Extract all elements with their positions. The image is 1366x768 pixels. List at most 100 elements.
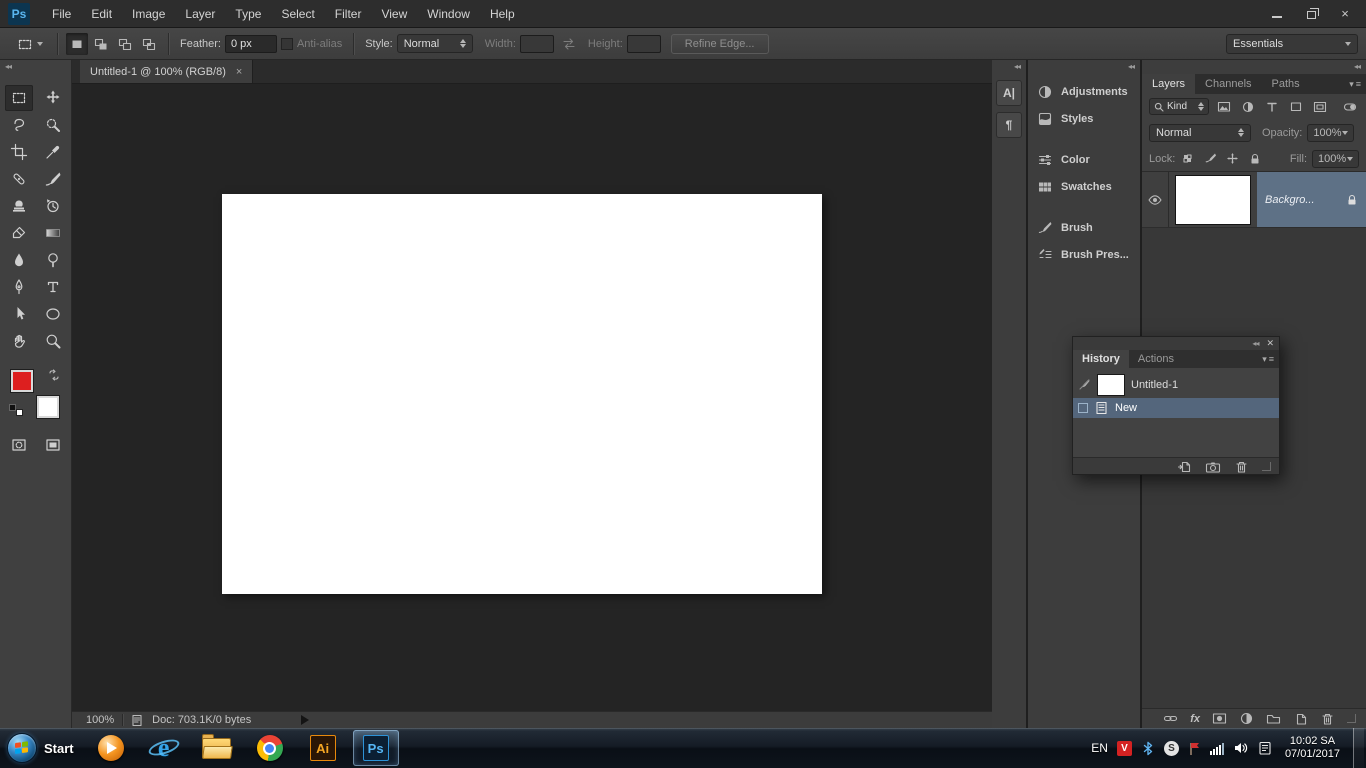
- pen-tool[interactable]: [5, 274, 33, 300]
- blur-tool[interactable]: [5, 247, 33, 273]
- menu-select[interactable]: Select: [271, 0, 324, 28]
- volume-tray-icon[interactable]: [1233, 740, 1249, 756]
- menu-image[interactable]: Image: [122, 0, 175, 28]
- adjustment-layer-icon[interactable]: [1239, 711, 1254, 726]
- close-history-icon[interactable]: ✕: [1266, 339, 1274, 348]
- character-panel-button[interactable]: A|: [996, 80, 1022, 106]
- swatches-panel-button[interactable]: Swatches: [1028, 173, 1140, 200]
- width-input[interactable]: [519, 34, 554, 53]
- link-layers-icon[interactable]: [1163, 711, 1178, 726]
- taskbar-photoshop-button[interactable]: Ps: [352, 730, 399, 766]
- taskbar-explorer-button[interactable]: [194, 730, 240, 766]
- healing-brush-tool[interactable]: [5, 166, 33, 192]
- canvas[interactable]: [222, 194, 822, 594]
- layer-visibility-cell[interactable]: [1142, 172, 1169, 227]
- move-tool[interactable]: [39, 85, 67, 111]
- layer-style-icon[interactable]: fx: [1190, 713, 1200, 725]
- new-selection-mode-button[interactable]: [66, 32, 88, 55]
- blend-mode-dropdown[interactable]: Normal: [1149, 123, 1251, 142]
- crop-tool[interactable]: [5, 139, 33, 165]
- styles-panel-button[interactable]: Styles: [1028, 105, 1140, 132]
- brush-panel-button[interactable]: Brush: [1028, 214, 1140, 241]
- app-logo-icon[interactable]: Ps: [8, 2, 30, 25]
- filter-shape-layers-button[interactable]: [1286, 98, 1305, 115]
- delete-layer-icon[interactable]: [1320, 711, 1335, 726]
- new-doc-from-state-icon[interactable]: [1177, 459, 1192, 474]
- zoom-level[interactable]: 100%: [86, 714, 114, 726]
- history-state-new[interactable]: New: [1073, 398, 1279, 418]
- history-doc-entry[interactable]: Untitled-1: [1073, 371, 1279, 398]
- background-color-swatch[interactable]: [36, 396, 59, 418]
- dodge-tool[interactable]: [39, 247, 67, 273]
- intersect-selection-mode-button[interactable]: [138, 33, 160, 55]
- lock-all-button[interactable]: [1246, 150, 1263, 167]
- screen-mode-button[interactable]: [39, 432, 67, 458]
- quick-selection-tool[interactable]: [39, 112, 67, 138]
- antialias-checkbox[interactable]: [280, 37, 293, 50]
- menu-file[interactable]: File: [42, 0, 81, 28]
- quick-mask-button[interactable]: [5, 432, 33, 458]
- network-tray-icon[interactable]: [1209, 742, 1224, 755]
- bluetooth-tray-icon[interactable]: [1141, 741, 1155, 756]
- lock-pixels-button[interactable]: [1202, 150, 1219, 167]
- close-tab-icon[interactable]: ×: [236, 66, 242, 78]
- canvas-viewport[interactable]: [72, 84, 992, 711]
- lasso-tool[interactable]: [5, 112, 33, 138]
- color-panel-button[interactable]: Color: [1028, 146, 1140, 173]
- filter-type-layers-button[interactable]: [1262, 98, 1281, 115]
- minimize-button[interactable]: [1262, 4, 1292, 23]
- menu-help[interactable]: Help: [480, 0, 525, 28]
- panel-menu-icon[interactable]: ▾ ≡: [1349, 74, 1366, 94]
- layer-thumbnail[interactable]: [1176, 175, 1250, 224]
- history-brush-tool[interactable]: [39, 193, 67, 219]
- subtract-selection-mode-button[interactable]: [114, 33, 136, 55]
- swap-width-height-icon[interactable]: [560, 36, 578, 52]
- adjustments-panel-button[interactable]: Adjustments: [1028, 78, 1140, 105]
- paragraph-panel-button[interactable]: ¶: [996, 112, 1022, 138]
- style-dropdown[interactable]: Normal: [396, 34, 473, 53]
- expand-panels-icon[interactable]: ◂◂: [1014, 60, 1021, 74]
- devices-tray-icon[interactable]: [1258, 740, 1272, 756]
- menu-window[interactable]: Window: [417, 0, 480, 28]
- shape-tool[interactable]: [39, 301, 67, 327]
- eraser-tool[interactable]: [5, 220, 33, 246]
- close-button[interactable]: ×: [1330, 4, 1360, 23]
- filter-pixel-layers-button[interactable]: [1214, 98, 1233, 115]
- new-snapshot-icon[interactable]: [1205, 459, 1221, 474]
- layer-row-background[interactable]: Backgro...: [1142, 172, 1366, 228]
- path-selection-tool[interactable]: [5, 301, 33, 327]
- unikey-tray-icon[interactable]: V: [1116, 740, 1132, 756]
- menu-view[interactable]: View: [371, 0, 417, 28]
- layer-mask-icon[interactable]: [1212, 711, 1227, 726]
- filter-toggle-button[interactable]: [1340, 98, 1359, 115]
- collapse-toolbar-icon[interactable]: ◂◂: [5, 62, 12, 71]
- taskbar-ie-button[interactable]: e: [141, 730, 187, 766]
- tab-layers[interactable]: Layers: [1142, 74, 1196, 94]
- doc-size-info[interactable]: Doc: 703.1K/0 bytes: [152, 714, 251, 726]
- status-options-arrow-icon[interactable]: [301, 715, 310, 725]
- workspace-switcher[interactable]: Essentials: [1226, 33, 1358, 54]
- layer-name-cell[interactable]: Backgro...: [1257, 172, 1366, 227]
- tab-channels[interactable]: Channels: [1195, 74, 1261, 94]
- feather-input[interactable]: 0 px: [224, 34, 277, 53]
- tab-paths[interactable]: Paths: [1262, 74, 1310, 94]
- eyedropper-tool[interactable]: [39, 139, 67, 165]
- skype-tray-icon[interactable]: S: [1163, 740, 1179, 756]
- history-source-checkbox[interactable]: [1078, 403, 1088, 413]
- rectangular-marquee-tool[interactable]: [4, 85, 33, 111]
- layer-group-icon[interactable]: [1266, 711, 1281, 726]
- brush-tool[interactable]: [39, 166, 67, 192]
- history-menu-icon[interactable]: ▾ ≡: [1262, 350, 1279, 368]
- type-tool[interactable]: [39, 274, 67, 300]
- security-flag-tray-icon[interactable]: [1188, 741, 1201, 756]
- clone-stamp-tool[interactable]: [5, 193, 33, 219]
- zoom-tool[interactable]: [39, 328, 67, 354]
- start-button[interactable]: Start: [0, 728, 84, 768]
- refine-edge-button[interactable]: Refine Edge...: [670, 33, 769, 54]
- add-selection-mode-button[interactable]: [90, 33, 112, 55]
- brush-presets-panel-button[interactable]: Brush Pres...: [1028, 241, 1140, 268]
- delete-state-icon[interactable]: [1234, 459, 1249, 474]
- tool-preset-picker[interactable]: [9, 33, 49, 55]
- fill-dropdown[interactable]: 100%: [1312, 149, 1359, 168]
- history-panel-header[interactable]: ◂◂ ✕: [1073, 337, 1279, 350]
